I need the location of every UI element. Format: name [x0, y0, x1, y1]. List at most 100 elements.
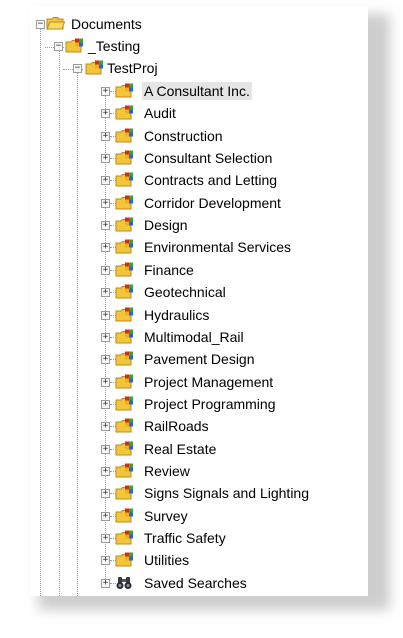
tree-node-label[interactable]: RailRoads — [142, 417, 211, 435]
tree-node-item[interactable]: + Pavement Design — [30, 349, 368, 371]
expand-toggle[interactable]: + — [101, 399, 110, 409]
expand-toggle[interactable]: + — [101, 534, 110, 543]
tree-node-label[interactable]: Consultant Selection — [142, 149, 274, 167]
expand-toggle[interactable]: + — [101, 332, 110, 342]
tree-node-label[interactable]: Geotechnical — [142, 283, 228, 301]
tree-node-label[interactable]: Environmental Services — [142, 238, 293, 256]
tree-node-label[interactable]: Review — [142, 462, 192, 480]
binoculars-icon — [115, 575, 134, 590]
expand-toggle[interactable]: + — [101, 221, 110, 231]
project-folder-icon — [115, 172, 134, 187]
expand-toggle[interactable]: + — [101, 87, 110, 96]
expand-toggle[interactable]: + — [101, 176, 110, 186]
folder-tree-panel: − Documents − _Testing − TestProj + A Con… — [30, 6, 368, 596]
tree-node-label[interactable]: Documents — [69, 15, 144, 33]
tree-node-item[interactable]: + Design — [30, 215, 368, 237]
expand-toggle[interactable]: + — [101, 422, 110, 432]
project-folder-icon — [115, 150, 134, 165]
project-folder-icon — [115, 351, 134, 366]
tree-node-item[interactable]: + Consultant Selection — [30, 148, 368, 170]
tree-node-label[interactable]: Project Management — [142, 373, 275, 391]
project-folder-icon — [115, 530, 134, 545]
tree-node-label[interactable]: Corridor Development — [142, 194, 283, 212]
tree-node-label[interactable]: Project Programming — [142, 395, 278, 413]
expand-toggle[interactable]: + — [101, 511, 110, 521]
tree-node-item[interactable]: + Multimodal_Rail — [30, 327, 368, 349]
expand-toggle[interactable]: + — [101, 288, 110, 298]
tree-node-label[interactable]: Pavement Design — [142, 350, 257, 368]
tree-node-label[interactable]: Utilities — [142, 551, 191, 569]
expand-toggle[interactable]: + — [101, 109, 110, 119]
expand-toggle[interactable]: + — [101, 489, 110, 499]
collapse-toggle[interactable]: − — [73, 64, 82, 73]
project-folder-icon — [115, 508, 134, 523]
expand-toggle[interactable]: + — [101, 556, 110, 566]
expand-toggle[interactable]: + — [101, 444, 110, 454]
tree-node-label[interactable]: Saved Searches — [142, 574, 249, 592]
tree-node-label[interactable]: Construction — [142, 127, 225, 145]
tree-node-item[interactable]: + RailRoads — [30, 416, 368, 438]
expand-toggle[interactable]: + — [101, 377, 110, 387]
tree-node-item[interactable]: + Corridor Development — [30, 193, 368, 215]
tree-node-label[interactable]: Signs Signals and Lighting — [142, 484, 311, 502]
tree-node-item[interactable]: + Saved Searches — [30, 573, 368, 595]
expand-toggle[interactable]: + — [101, 466, 110, 476]
project-folder-icon — [115, 329, 134, 344]
project-folder-icon — [115, 128, 134, 143]
tree-node-label[interactable]: A Consultant Inc. — [142, 82, 252, 100]
tree-node-label[interactable]: Survey — [142, 507, 190, 525]
tree-node-label[interactable]: TestProj — [105, 59, 160, 77]
tree-node-label[interactable]: Real Estate — [142, 440, 218, 458]
tree-node-item[interactable]: + Review — [30, 461, 368, 483]
project-folder-icon — [115, 463, 134, 478]
tree-node-item[interactable]: + Audit — [30, 103, 368, 125]
tree-node-item[interactable]: + Geotechnical — [30, 282, 368, 304]
tree-node-item[interactable]: + Signs Signals and Lighting — [30, 483, 368, 505]
project-folder-icon — [115, 105, 134, 120]
project-folder-icon — [115, 262, 134, 277]
tree-node-item[interactable]: + Traffic Safety — [30, 528, 368, 550]
tree-node-label[interactable]: Finance — [142, 261, 196, 279]
tree-node-item[interactable]: + Survey — [30, 506, 368, 528]
tree-node-item[interactable]: + Real Estate — [30, 439, 368, 461]
tree-node-item[interactable]: + Contracts and Letting — [30, 170, 368, 192]
expand-toggle[interactable]: + — [101, 355, 110, 365]
project-folder-icon — [115, 195, 134, 210]
tree-node-item[interactable]: + Finance — [30, 260, 368, 282]
tree-node-label[interactable]: Contracts and Letting — [142, 171, 279, 189]
collapse-toggle[interactable]: − — [54, 42, 63, 51]
tree-node-label[interactable]: Hydraulics — [142, 306, 211, 324]
expand-toggle[interactable]: + — [101, 578, 110, 588]
project-folder-icon — [115, 83, 134, 98]
expand-toggle[interactable]: + — [101, 310, 110, 320]
tree-node-label[interactable]: Multimodal_Rail — [142, 328, 246, 346]
project-folder-icon — [115, 485, 134, 500]
tree-node-item[interactable]: + Project Management — [30, 372, 368, 394]
tree-node-item[interactable]: + Utilities — [30, 550, 368, 572]
expand-toggle[interactable]: + — [101, 243, 110, 253]
project-folder-icon — [115, 441, 134, 456]
expand-toggle[interactable]: + — [101, 198, 110, 208]
tree-node-testproj[interactable]: − TestProj — [30, 58, 368, 80]
tree-node-label[interactable]: Audit — [142, 104, 178, 122]
expand-toggle[interactable]: + — [101, 131, 110, 141]
project-folder-icon — [115, 396, 134, 411]
expand-toggle[interactable]: + — [101, 265, 110, 275]
tree-node-documents[interactable]: − Documents — [30, 14, 368, 36]
tree-node-label[interactable]: Traffic Safety — [142, 529, 228, 547]
project-folder-icon — [85, 60, 104, 75]
tree-node-item[interactable]: + A Consultant Inc. — [30, 81, 368, 103]
project-folder-icon — [115, 552, 134, 567]
tree-node-label[interactable]: Design — [142, 216, 190, 234]
tree-node-label[interactable]: _Testing — [86, 37, 142, 55]
tree-node-item[interactable]: + Project Programming — [30, 394, 368, 416]
tree-node-item[interactable]: + Hydraulics — [30, 305, 368, 327]
expand-toggle[interactable]: + — [101, 154, 110, 164]
project-folder-icon — [115, 418, 134, 433]
tree-node-item[interactable]: + Construction — [30, 126, 368, 148]
project-folder-icon — [115, 217, 134, 232]
tree-node-testing[interactable]: − _Testing — [30, 36, 368, 58]
collapse-toggle[interactable]: − — [36, 20, 45, 29]
tree-node-item[interactable]: + Environmental Services — [30, 237, 368, 259]
project-folder-icon — [115, 374, 134, 389]
